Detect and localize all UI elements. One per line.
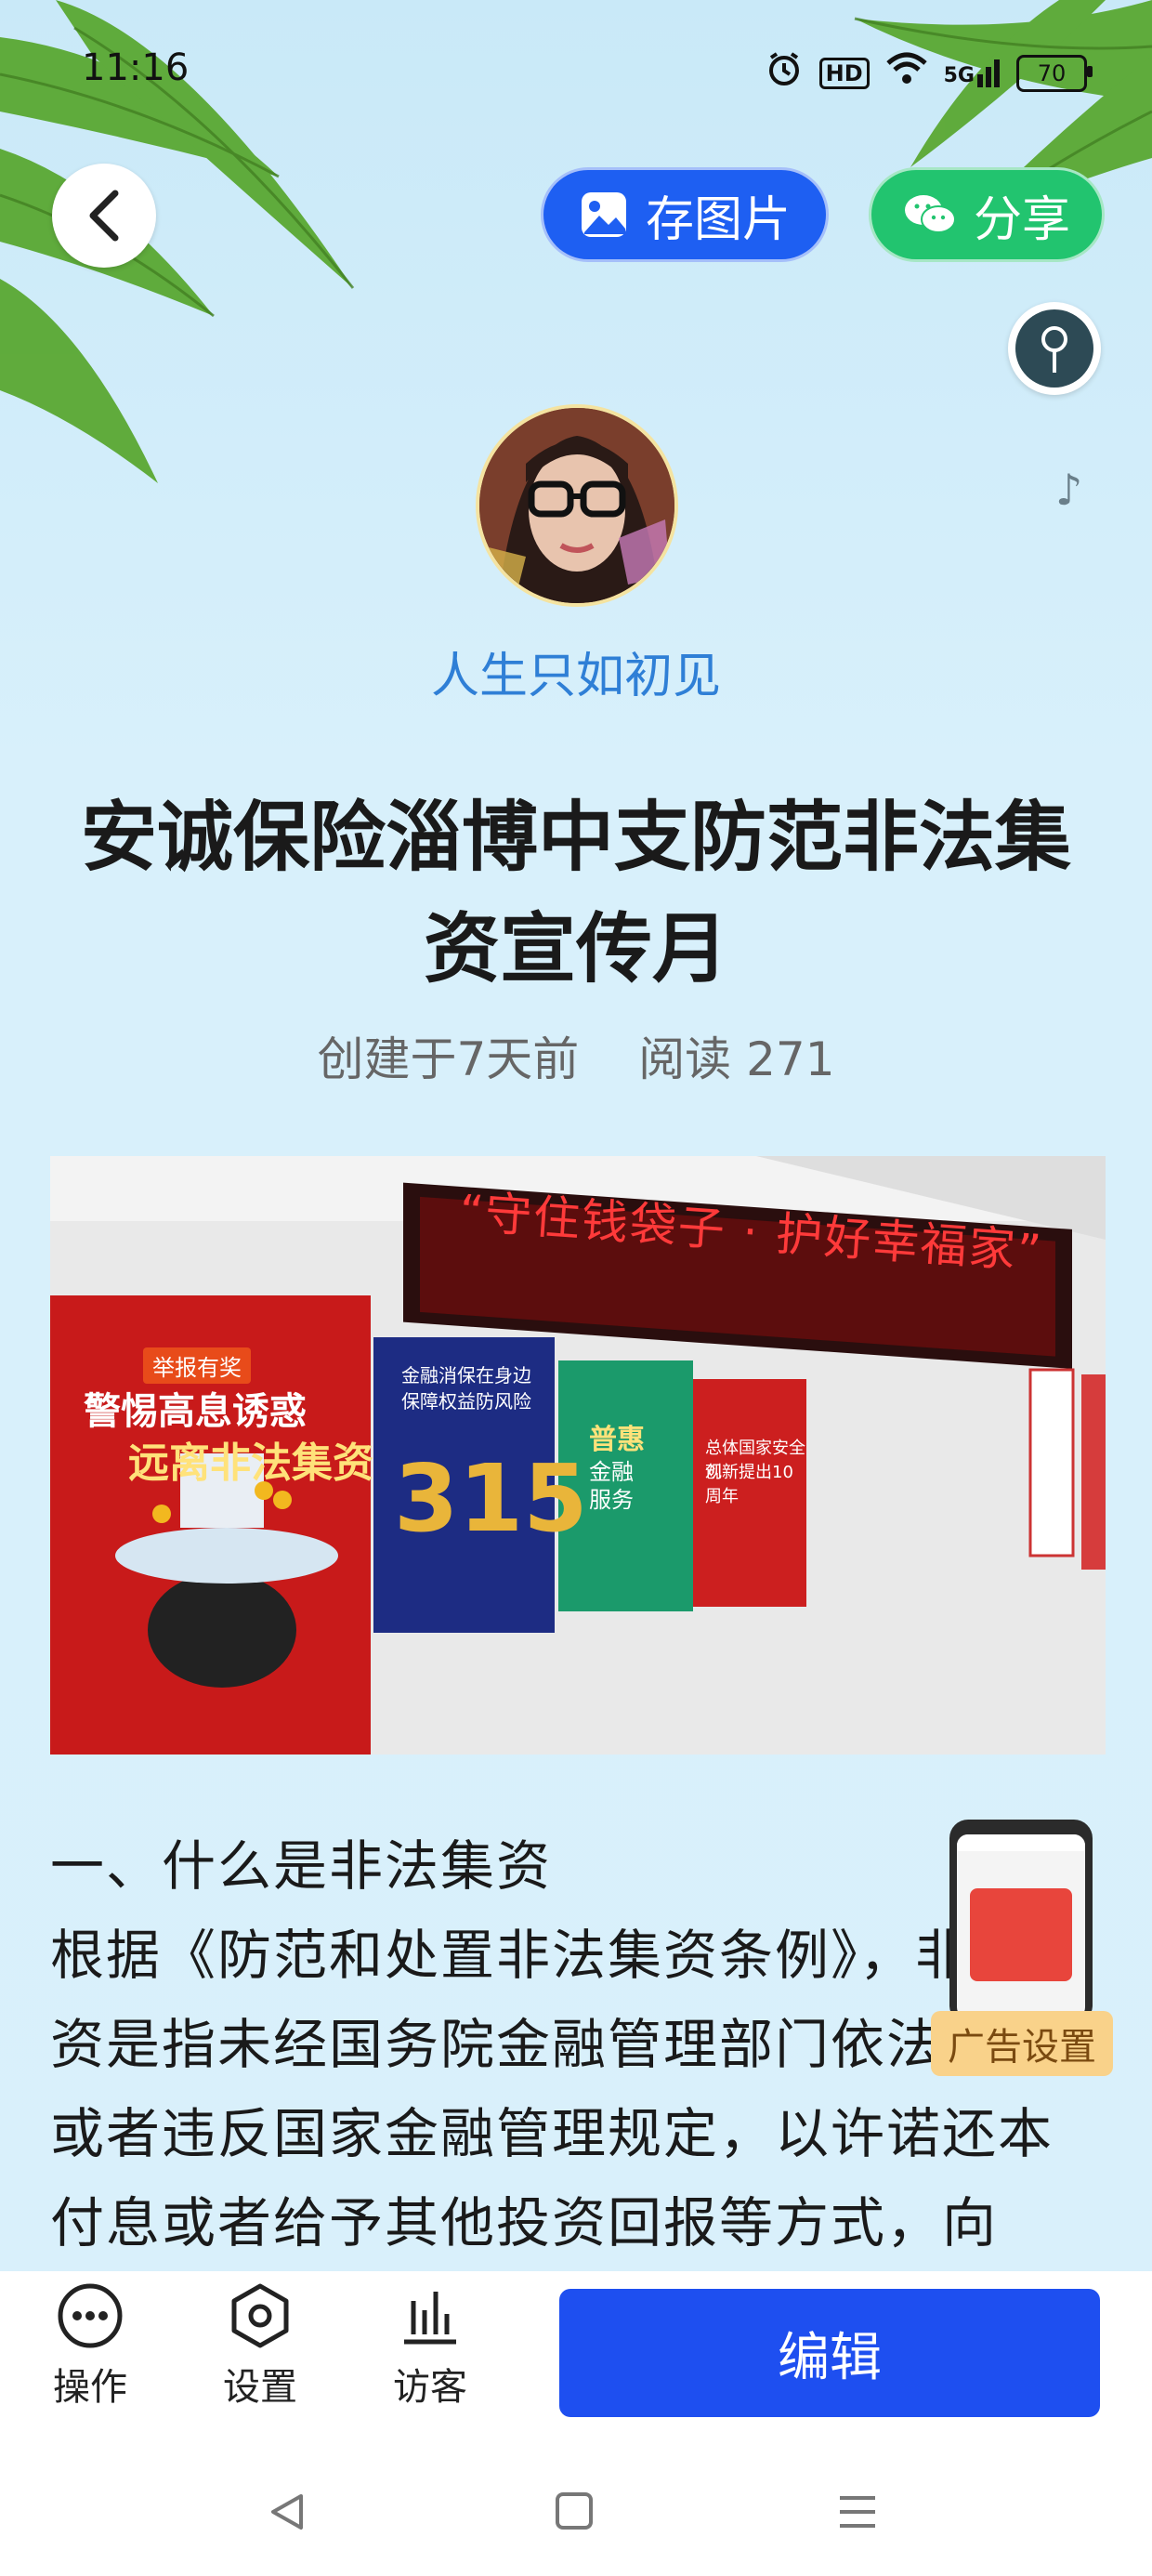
battery-icon: 70	[1016, 55, 1093, 92]
poster-number: 315	[394, 1444, 588, 1553]
nav-home-icon[interactable]	[554, 2491, 595, 2531]
created-time: 创建于7天前	[317, 1032, 580, 1086]
article-photo[interactable]: “守住钱袋子 · 护好幸福家” 举报有奖 警惕高息诱惑 远离非法集资 金融消保在…	[50, 1156, 1106, 1755]
chevron-left-icon	[89, 190, 119, 242]
poster-text: 服务	[589, 1487, 634, 1513]
ad-phone-image	[949, 1820, 1093, 2024]
save-image-button[interactable]: 存图片	[541, 167, 829, 262]
back-button[interactable]	[52, 164, 156, 268]
toolbar-settings-label: 设置	[223, 2366, 297, 2409]
article-title: 安诚保险淄博中支防范非法集资宣传月	[80, 794, 1071, 993]
battery-level: 70	[1037, 60, 1067, 86]
toolbar-visitors-label: 访客	[393, 2366, 467, 2409]
poster-text: 金融消保在身边	[401, 1364, 531, 1387]
toolbar-operations[interactable]: 操作	[30, 2282, 151, 2411]
signal-label: 5G	[943, 64, 975, 87]
hd-icon: HD	[818, 58, 870, 89]
avatar[interactable]	[476, 404, 678, 607]
wechat-icon	[904, 195, 956, 233]
alarm-icon	[766, 50, 803, 97]
music-toggle-button[interactable]	[1008, 302, 1101, 395]
status-bar: 11:16 HD 5G 70	[0, 37, 1152, 102]
toolbar-operations-label: 操作	[53, 2366, 127, 2409]
share-label: 分享	[973, 191, 1070, 248]
poster-text: 普惠	[589, 1424, 645, 1456]
save-image-label: 存图片	[645, 191, 791, 248]
read-count: 阅读 271	[638, 1032, 835, 1086]
poster-text: 警惕高息诱惑	[84, 1390, 307, 1433]
poster-text: 保障权益防风险	[401, 1390, 531, 1413]
toolbar-visitors[interactable]: 访客	[370, 2282, 491, 2411]
ad-settings-label[interactable]: 广告设置	[931, 2011, 1113, 2076]
toolbar-settings[interactable]: 设置	[200, 2282, 321, 2411]
image-icon	[581, 192, 626, 237]
share-button[interactable]: 分享	[869, 167, 1105, 262]
nav-back-icon[interactable]	[266, 2491, 308, 2533]
poster-text: 远离非法集资	[128, 1439, 373, 1487]
music-disc-icon	[1015, 309, 1093, 388]
status-time: 11:16	[82, 46, 190, 89]
music-note-icon: ♪	[1055, 465, 1083, 515]
wifi-icon	[885, 52, 927, 95]
bar-chart-icon	[404, 2292, 456, 2345]
poster-text: 创新提出10周年	[705, 1463, 793, 1506]
author-name[interactable]: 人生只如初见	[0, 637, 1152, 706]
floating-ad[interactable]: 广告设置	[931, 1820, 1113, 2080]
poster-badge: 举报有奖	[143, 1347, 251, 1384]
more-icon	[58, 2283, 123, 2348]
nav-menu-icon[interactable]	[836, 2491, 879, 2533]
article-meta: 创建于7天前 阅读 271	[0, 1022, 1152, 1089]
settings-icon	[231, 2283, 289, 2348]
edit-button[interactable]: 编辑	[559, 2289, 1100, 2417]
signal-icon: 5G	[944, 59, 1000, 87]
